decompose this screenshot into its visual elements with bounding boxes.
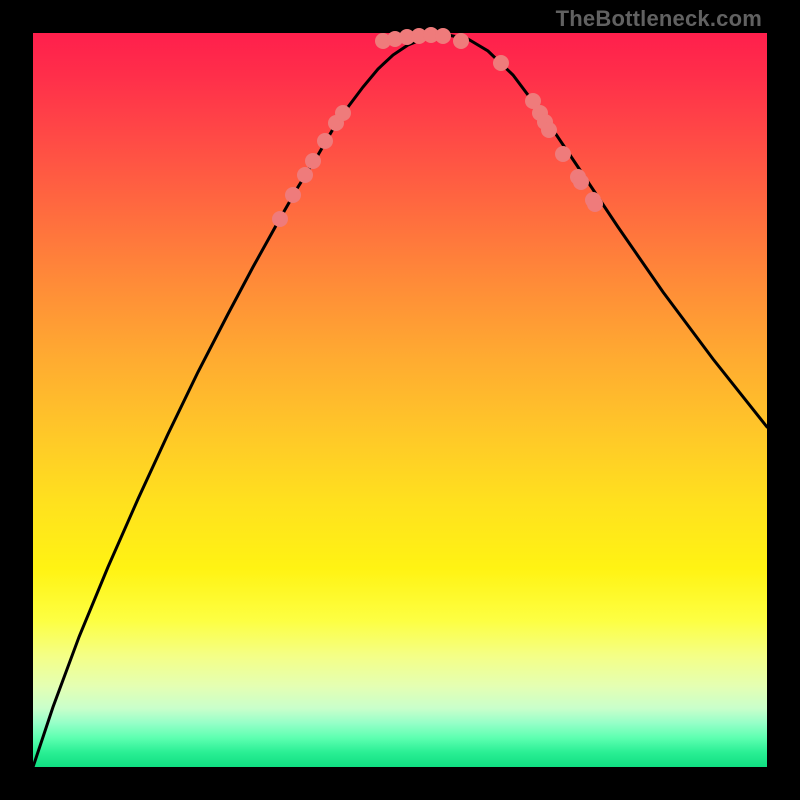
chart-frame: TheBottleneck.com xyxy=(0,0,800,800)
plot-area xyxy=(33,33,767,767)
curve-marker xyxy=(555,146,571,162)
curve-marker xyxy=(573,174,589,190)
watermark-text: TheBottleneck.com xyxy=(556,6,762,32)
curve-marker xyxy=(335,105,351,121)
curve-marker xyxy=(285,187,301,203)
curve-markers xyxy=(272,27,603,227)
curve-marker xyxy=(272,211,288,227)
curve-marker xyxy=(493,55,509,71)
curve-marker xyxy=(587,196,603,212)
curve-marker xyxy=(453,33,469,49)
curve-marker xyxy=(435,28,451,44)
curve-marker xyxy=(305,153,321,169)
chart-svg xyxy=(33,33,767,767)
curve-marker xyxy=(297,167,313,183)
bottleneck-curve xyxy=(33,35,767,767)
curve-marker xyxy=(541,122,557,138)
curve-marker xyxy=(317,133,333,149)
